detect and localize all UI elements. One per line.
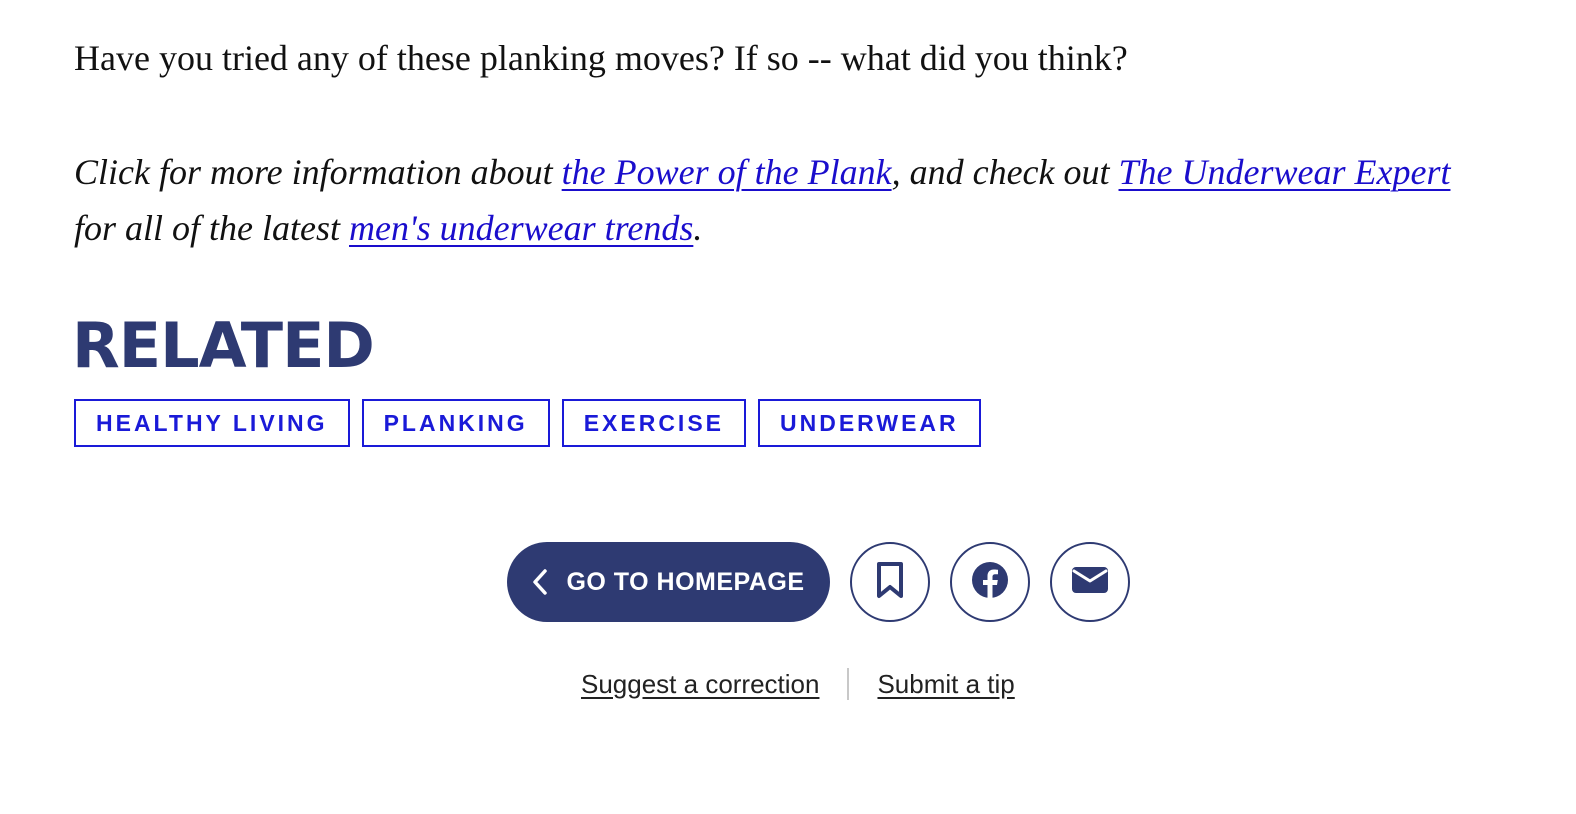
power-of-plank-link[interactable]: the Power of the Plank — [562, 152, 892, 192]
tag-exercise[interactable]: EXERCISE — [561, 399, 747, 447]
go-to-homepage-button[interactable]: GO TO HOMEPAGE — [507, 542, 830, 622]
bookmark-icon — [875, 561, 905, 604]
tag-healthy-living[interactable]: HEALTHY LIVING — [74, 399, 350, 447]
info-text: . — [693, 208, 703, 248]
tag-underwear[interactable]: UNDERWEAR — [758, 399, 981, 447]
footer-links: Suggest a correction Submit a tip — [581, 668, 1015, 700]
suggest-correction-link[interactable]: Suggest a correction — [581, 669, 819, 700]
info-text: Click for more information about — [74, 152, 562, 192]
info-text: for all of the latest — [74, 208, 349, 248]
related-tags: HEALTHY LIVING PLANKING EXERCISE UNDERWE… — [74, 399, 981, 447]
article-question: Have you tried any of these planking mov… — [74, 38, 1128, 78]
tag-planking[interactable]: PLANKING — [361, 399, 550, 447]
submit-tip-link[interactable]: Submit a tip — [877, 669, 1014, 700]
page: Have you tried any of these planking mov… — [0, 0, 1576, 814]
related-heading: RELATED — [72, 309, 375, 382]
facebook-icon — [971, 561, 1009, 604]
footer-divider — [847, 668, 850, 700]
chevron-left-icon — [532, 569, 548, 595]
facebook-share-button[interactable] — [950, 542, 1030, 622]
info-text: , and check out — [891, 152, 1119, 192]
action-bar: GO TO HOMEPAGE — [507, 542, 1130, 622]
article-body: Have you tried any of these planking mov… — [74, 30, 1494, 256]
go-to-homepage-label: GO TO HOMEPAGE — [566, 567, 805, 596]
email-icon — [1071, 566, 1109, 599]
email-share-button[interactable] — [1050, 542, 1130, 622]
underwear-expert-link[interactable]: The Underwear Expert — [1119, 152, 1451, 192]
article-info-paragraph: Click for more information about the Pow… — [74, 144, 1494, 256]
underwear-trends-link[interactable]: men's underwear trends — [349, 208, 693, 248]
bookmark-button[interactable] — [850, 542, 930, 622]
